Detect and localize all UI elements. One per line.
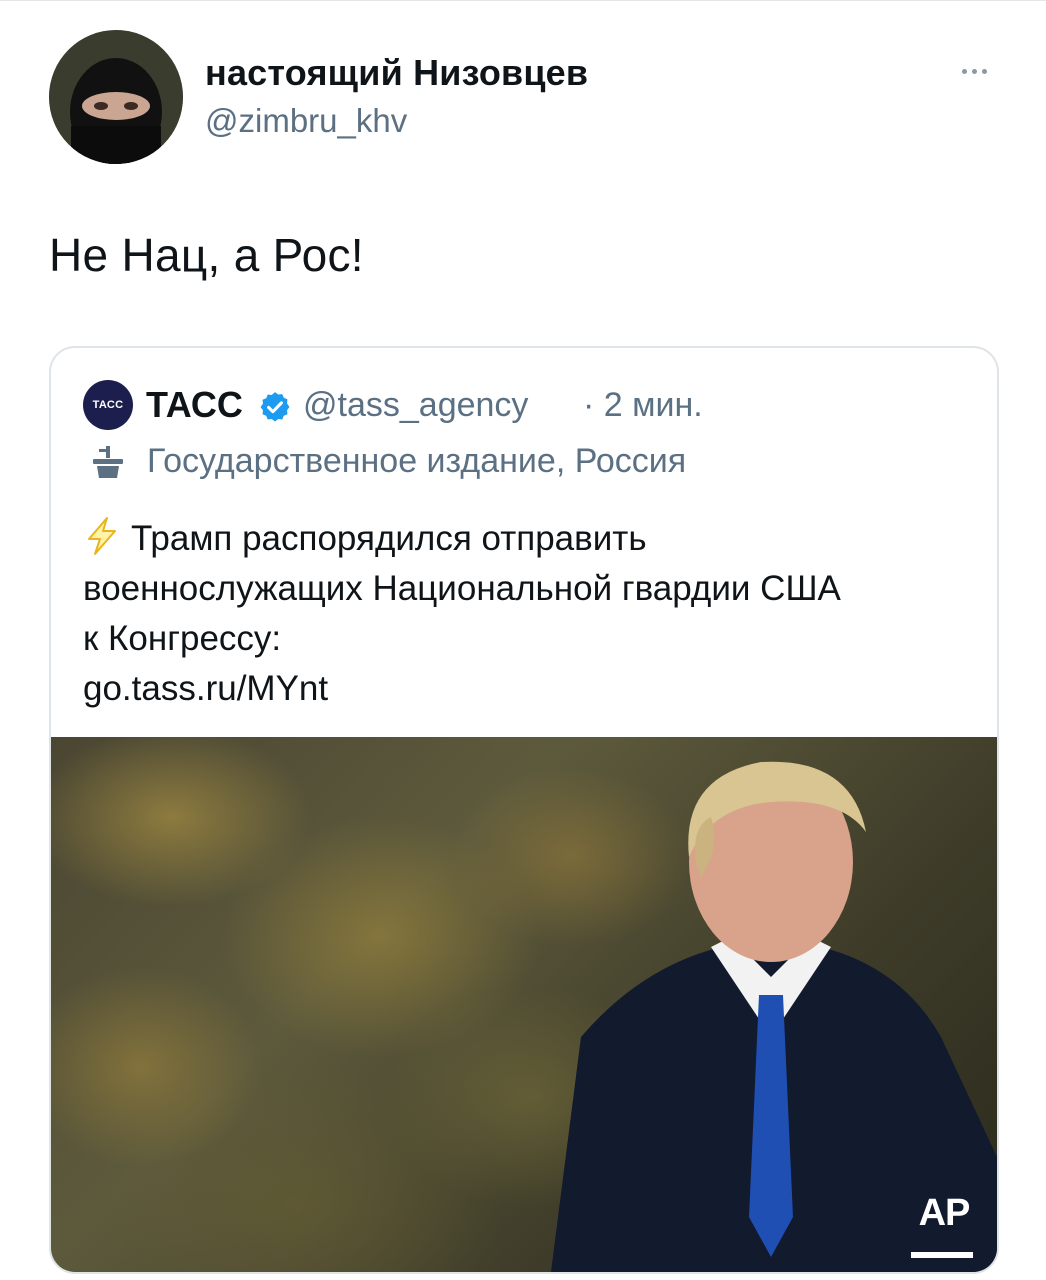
state-media-podium-icon xyxy=(93,446,123,478)
state-media-label: Государственное издание, Россия xyxy=(147,442,687,480)
author-display-name[interactable]: настоящий Низовцев xyxy=(205,52,588,94)
quoted-body-line-1: Трамп распорядился отправить xyxy=(83,514,983,564)
lightning-bolt-icon xyxy=(88,517,116,555)
quoted-body-line-2: военнослужащих Национальной гвардии США xyxy=(83,569,841,608)
quoted-media-photo[interactable]: AP xyxy=(51,737,997,1272)
quoted-avatar[interactable]: ТАСС xyxy=(83,380,133,430)
quoted-body-text-1: Трамп распорядился отправить xyxy=(131,519,647,558)
quoted-link[interactable]: go.tass.ru/MYnt xyxy=(83,664,983,714)
quoted-body: Трамп распорядился отправить военнослужа… xyxy=(83,514,983,714)
top-divider xyxy=(0,0,1046,1)
verified-badge-icon xyxy=(260,392,290,422)
media-credit-bar xyxy=(911,1252,973,1258)
tweet-text: Не Нац, а Рос! xyxy=(49,229,364,281)
quoted-body-line-3: к Конгрессу: xyxy=(83,619,282,658)
quoted-avatar-label: ТАСС xyxy=(92,399,124,411)
more-dots-icon[interactable] xyxy=(952,56,996,86)
quoted-tweet-card[interactable]: ТАСС ТАСС @tass_agency · 2 мин. Государс… xyxy=(49,346,999,1274)
author-avatar[interactable] xyxy=(49,30,183,164)
quoted-timestamp[interactable]: · 2 мин. xyxy=(583,386,703,425)
media-credit: AP xyxy=(918,1192,971,1234)
quoted-handle[interactable]: @tass_agency xyxy=(303,386,528,425)
author-handle[interactable]: @zimbru_khv xyxy=(205,102,407,140)
quoted-name[interactable]: ТАСС xyxy=(146,384,243,426)
